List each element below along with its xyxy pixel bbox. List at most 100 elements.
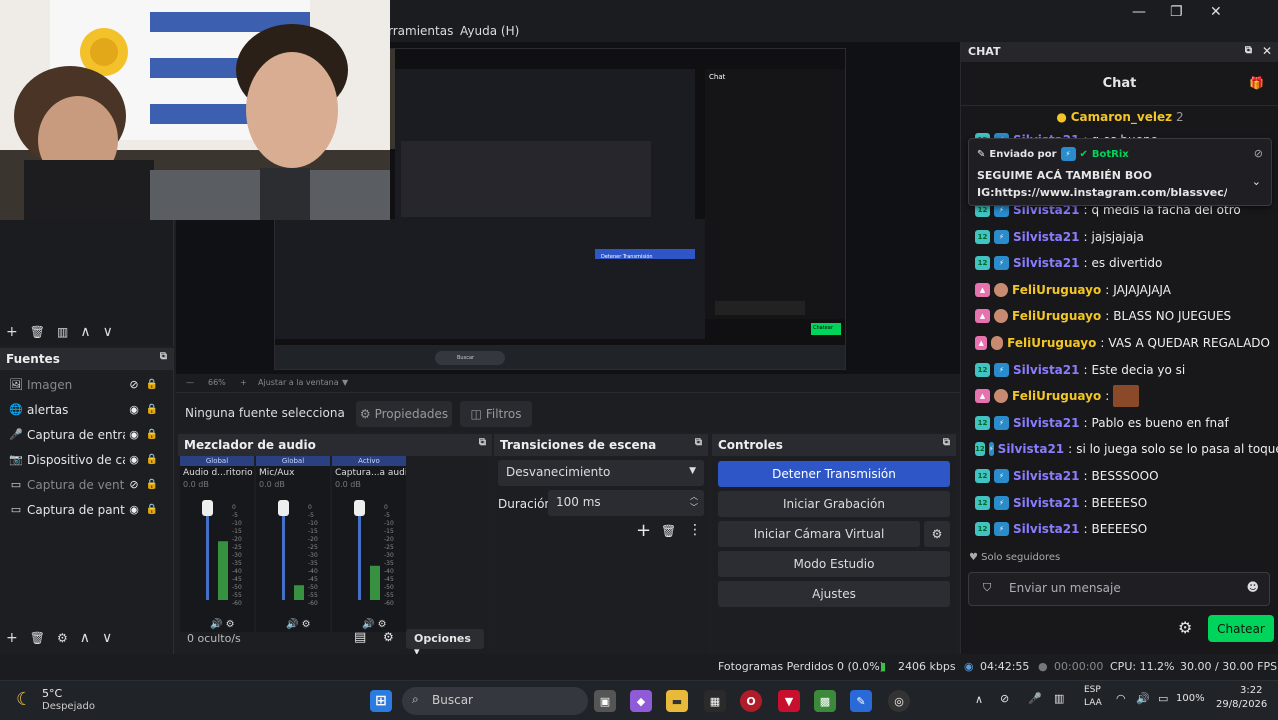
- file-explorer-icon[interactable]: ▬: [666, 690, 688, 712]
- windows-start-icon[interactable]: ⊞: [370, 690, 392, 712]
- studio-mode-button[interactable]: Modo Estudio: [718, 551, 950, 577]
- tray-chevron-icon[interactable]: ∧: [975, 693, 983, 706]
- weather-desc[interactable]: Despejado: [42, 701, 95, 712]
- start-recording-button[interactable]: Iniciar Grabación: [718, 491, 950, 517]
- eye-icon[interactable]: ◉: [125, 403, 143, 416]
- gift-icon[interactable]: 🎁: [1249, 76, 1264, 90]
- chat-settings-icon[interactable]: ⚙: [1178, 618, 1192, 637]
- chat-input[interactable]: ⛉ Enviar un mensaje ☻: [968, 572, 1270, 606]
- chat-username[interactable]: Silvista21: [1013, 256, 1079, 270]
- lock-icon[interactable]: 🔒: [143, 479, 161, 490]
- clock-date[interactable]: 29/8/2026: [1216, 699, 1267, 710]
- dock-undock-icon[interactable]: ⧉: [160, 351, 167, 362]
- chat-username[interactable]: Silvista21: [1013, 522, 1079, 536]
- chat-username[interactable]: Silvista21: [1013, 363, 1079, 377]
- tray-app-icon[interactable]: ▥: [1054, 692, 1064, 705]
- speaker-icon[interactable]: 🔊 ⚙: [286, 619, 311, 630]
- scene-filter-button[interactable]: ▥: [57, 325, 68, 339]
- lock-icon[interactable]: 🔒: [143, 404, 161, 415]
- add-source-button[interactable]: +: [6, 630, 18, 646]
- dock-undock-icon[interactable]: ⧉: [1245, 45, 1252, 56]
- remove-scene-button[interactable]: 🗑: [30, 325, 45, 339]
- dock-undock-icon[interactable]: ⧉: [695, 437, 702, 448]
- tray-app-icon[interactable]: ⊘: [1000, 692, 1009, 705]
- eye-icon[interactable]: ◉: [125, 503, 143, 516]
- close-button[interactable]: ✕: [1210, 4, 1222, 20]
- filters-button[interactable]: ◫ Filtros: [460, 401, 532, 427]
- remove-transition-button[interactable]: 🗑: [661, 524, 676, 538]
- zoom-out-button[interactable]: —: [186, 378, 194, 387]
- lock-icon[interactable]: 🔒: [143, 504, 161, 515]
- menu-herramientas[interactable]: rramientas: [388, 24, 453, 38]
- source-item[interactable]: 🖼 Imagen ⊘ 🔒: [0, 372, 174, 397]
- emoji-icon[interactable]: ☻: [1246, 580, 1259, 594]
- language-1[interactable]: ESP: [1084, 685, 1101, 695]
- lock-icon[interactable]: 🔒: [143, 379, 161, 390]
- settings-button[interactable]: Ajustes: [718, 581, 950, 607]
- options-button[interactable]: Opciones ▾: [406, 629, 484, 658]
- mixer-layout-icon[interactable]: ▤: [354, 630, 366, 645]
- chat-username[interactable]: Silvista21: [1013, 469, 1079, 483]
- top-gifter-name[interactable]: Camaron_velez: [1071, 110, 1172, 124]
- chat-send-button[interactable]: Chatear: [1208, 615, 1274, 642]
- lock-icon[interactable]: 🔒: [143, 454, 161, 465]
- wifi-icon[interactable]: ◠: [1116, 692, 1126, 705]
- stepper-icon[interactable]: ︿ ﹀: [690, 491, 698, 513]
- language-2[interactable]: LAA: [1084, 698, 1102, 708]
- eye-icon[interactable]: ◉: [125, 428, 143, 441]
- chat-username[interactable]: Silvista21: [1013, 496, 1079, 510]
- chat-username[interactable]: Silvista21: [1013, 416, 1079, 430]
- source-item[interactable]: 🎤 Captura de entrada◉🔒: [0, 422, 174, 447]
- stop-stream-button[interactable]: Detener Transmisión: [718, 461, 950, 487]
- transition-select[interactable]: Desvanecimiento ▼: [498, 460, 704, 486]
- source-item[interactable]: ▭ Captura de pantalla◉🔒: [0, 497, 174, 522]
- minecraft-icon[interactable]: ▩: [814, 690, 836, 712]
- eye-off-icon[interactable]: ⊘: [125, 378, 143, 391]
- weather-temp[interactable]: 5°C: [42, 687, 62, 700]
- battery-icon[interactable]: ▭: [1158, 692, 1168, 705]
- channel-name[interactable]: Captura...a audio: [332, 466, 406, 480]
- task-view-icon[interactable]: ▣: [594, 690, 616, 712]
- chat-username[interactable]: FeliUruguayo: [1007, 336, 1096, 350]
- maximize-button[interactable]: ❐: [1170, 4, 1183, 20]
- channel-name[interactable]: Audio d...ritorio: [180, 466, 254, 480]
- editor-icon[interactable]: ✎: [850, 690, 872, 712]
- fader-knob[interactable]: [278, 500, 289, 516]
- source-up-button[interactable]: ∧: [80, 630, 90, 646]
- channel-name[interactable]: Mic/Aux: [256, 466, 330, 480]
- pinned-line-2[interactable]: IG:https://www.instagram.com/blassvec/..…: [977, 186, 1227, 199]
- chat-username[interactable]: Silvista21: [998, 442, 1064, 456]
- dock-close-icon[interactable]: ✕: [1262, 44, 1272, 58]
- unpin-icon[interactable]: ⊘: [1254, 147, 1263, 160]
- speaker-icon[interactable]: 🔊 ⚙: [210, 619, 235, 630]
- eye-icon[interactable]: ◉: [125, 453, 143, 466]
- fader-knob[interactable]: [354, 500, 365, 516]
- scene-down-button[interactable]: ∨: [103, 324, 113, 340]
- dock-undock-icon[interactable]: ⧉: [943, 437, 950, 448]
- mic-tray-icon[interactable]: 🎤: [1028, 692, 1042, 705]
- source-item[interactable]: ▭ Captura de ventana⊘🔒: [0, 472, 174, 497]
- more-options-icon[interactable]: ⋮: [688, 522, 702, 538]
- capcut-icon[interactable]: ▼: [778, 690, 800, 712]
- menu-ayuda[interactable]: Ayuda (H): [460, 24, 519, 38]
- duration-input[interactable]: 100 ms ︿ ﹀: [548, 490, 704, 516]
- speaker-icon[interactable]: 🔊 ⚙: [362, 619, 387, 630]
- virtual-camera-settings-button[interactable]: ⚙: [924, 521, 950, 547]
- dock-undock-icon[interactable]: ⧉: [479, 437, 486, 448]
- add-transition-button[interactable]: +: [636, 520, 651, 541]
- taskbar-search[interactable]: ⌕ Buscar: [402, 687, 588, 715]
- moon-weather-icon[interactable]: ☾: [16, 689, 32, 710]
- clock-time[interactable]: 3:22: [1240, 685, 1262, 696]
- source-item[interactable]: 📷 Dispositivo de captu◉🔒: [0, 447, 174, 472]
- chat-username[interactable]: FeliUruguayo: [1012, 389, 1101, 403]
- copilot-icon[interactable]: ◆: [630, 690, 652, 712]
- volume-icon[interactable]: 🔊: [1136, 692, 1150, 705]
- opera-icon[interactable]: O: [740, 690, 762, 712]
- chevron-down-icon[interactable]: ▼: [342, 378, 348, 387]
- chevron-down-icon[interactable]: ⌄: [1252, 175, 1261, 188]
- scene-up-button[interactable]: ∧: [80, 324, 90, 340]
- pinned-bot-name[interactable]: BotRix: [1092, 149, 1129, 160]
- eye-off-icon[interactable]: ⊘: [125, 478, 143, 491]
- chat-username[interactable]: FeliUruguayo: [1012, 283, 1101, 297]
- source-item[interactable]: 🌐 alertas ◉ 🔒: [0, 397, 174, 422]
